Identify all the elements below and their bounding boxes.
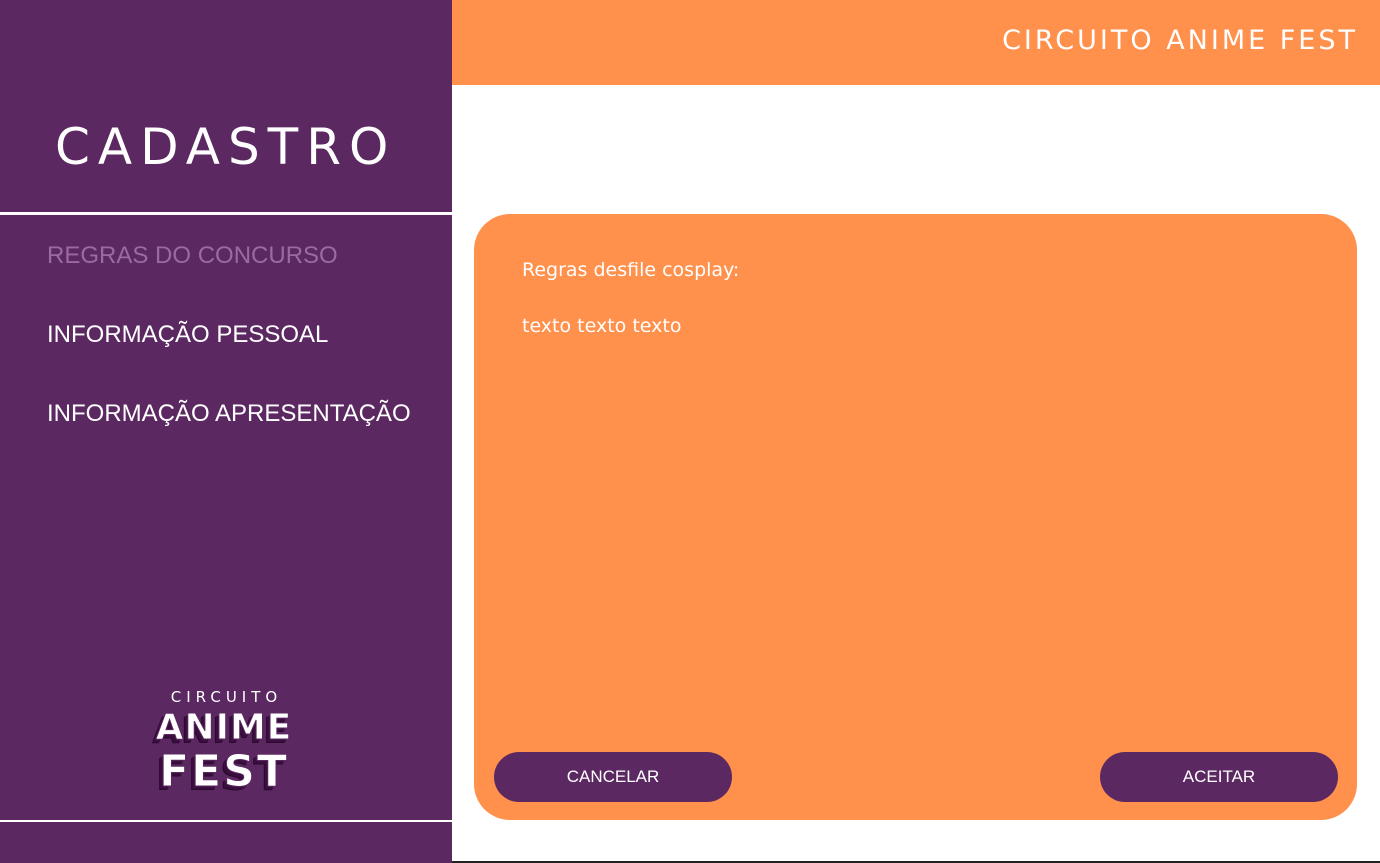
header-title: CIRCUITO ANIME FEST <box>1002 25 1358 56</box>
sidebar-divider-top <box>0 212 452 215</box>
logo-text-circuito: CIRCUITO <box>170 688 283 706</box>
nav-item-informacao-pessoal[interactable]: INFORMAÇÃO PESSOAL <box>47 321 328 349</box>
top-header: CIRCUITO ANIME FEST <box>452 0 1380 85</box>
sidebar-title: CADASTRO <box>55 118 397 176</box>
rules-panel: Regras desfile cosplay: texto texto text… <box>474 214 1357 820</box>
circuito-anime-fest-logo: CIRCUITO ANIME FEST <box>150 688 298 800</box>
logo-text-anime: ANIME <box>155 707 293 749</box>
rules-heading: Regras desfile cosplay: <box>522 259 740 281</box>
logo-text-fest: FEST <box>159 746 289 797</box>
sidebar-divider-bottom <box>0 820 452 822</box>
nav-item-informacao-apresentacao[interactable]: INFORMAÇÃO APRESENTAÇÃO <box>47 400 411 428</box>
nav-item-regras-do-concurso[interactable]: REGRAS DO CONCURSO <box>47 242 338 270</box>
cancel-button[interactable]: CANCELAR <box>494 752 732 802</box>
accept-button[interactable]: ACEITAR <box>1100 752 1338 802</box>
rules-text: texto texto texto <box>522 315 682 337</box>
sidebar: CADASTRO REGRAS DO CONCURSO INFORMAÇÃO P… <box>0 0 452 863</box>
